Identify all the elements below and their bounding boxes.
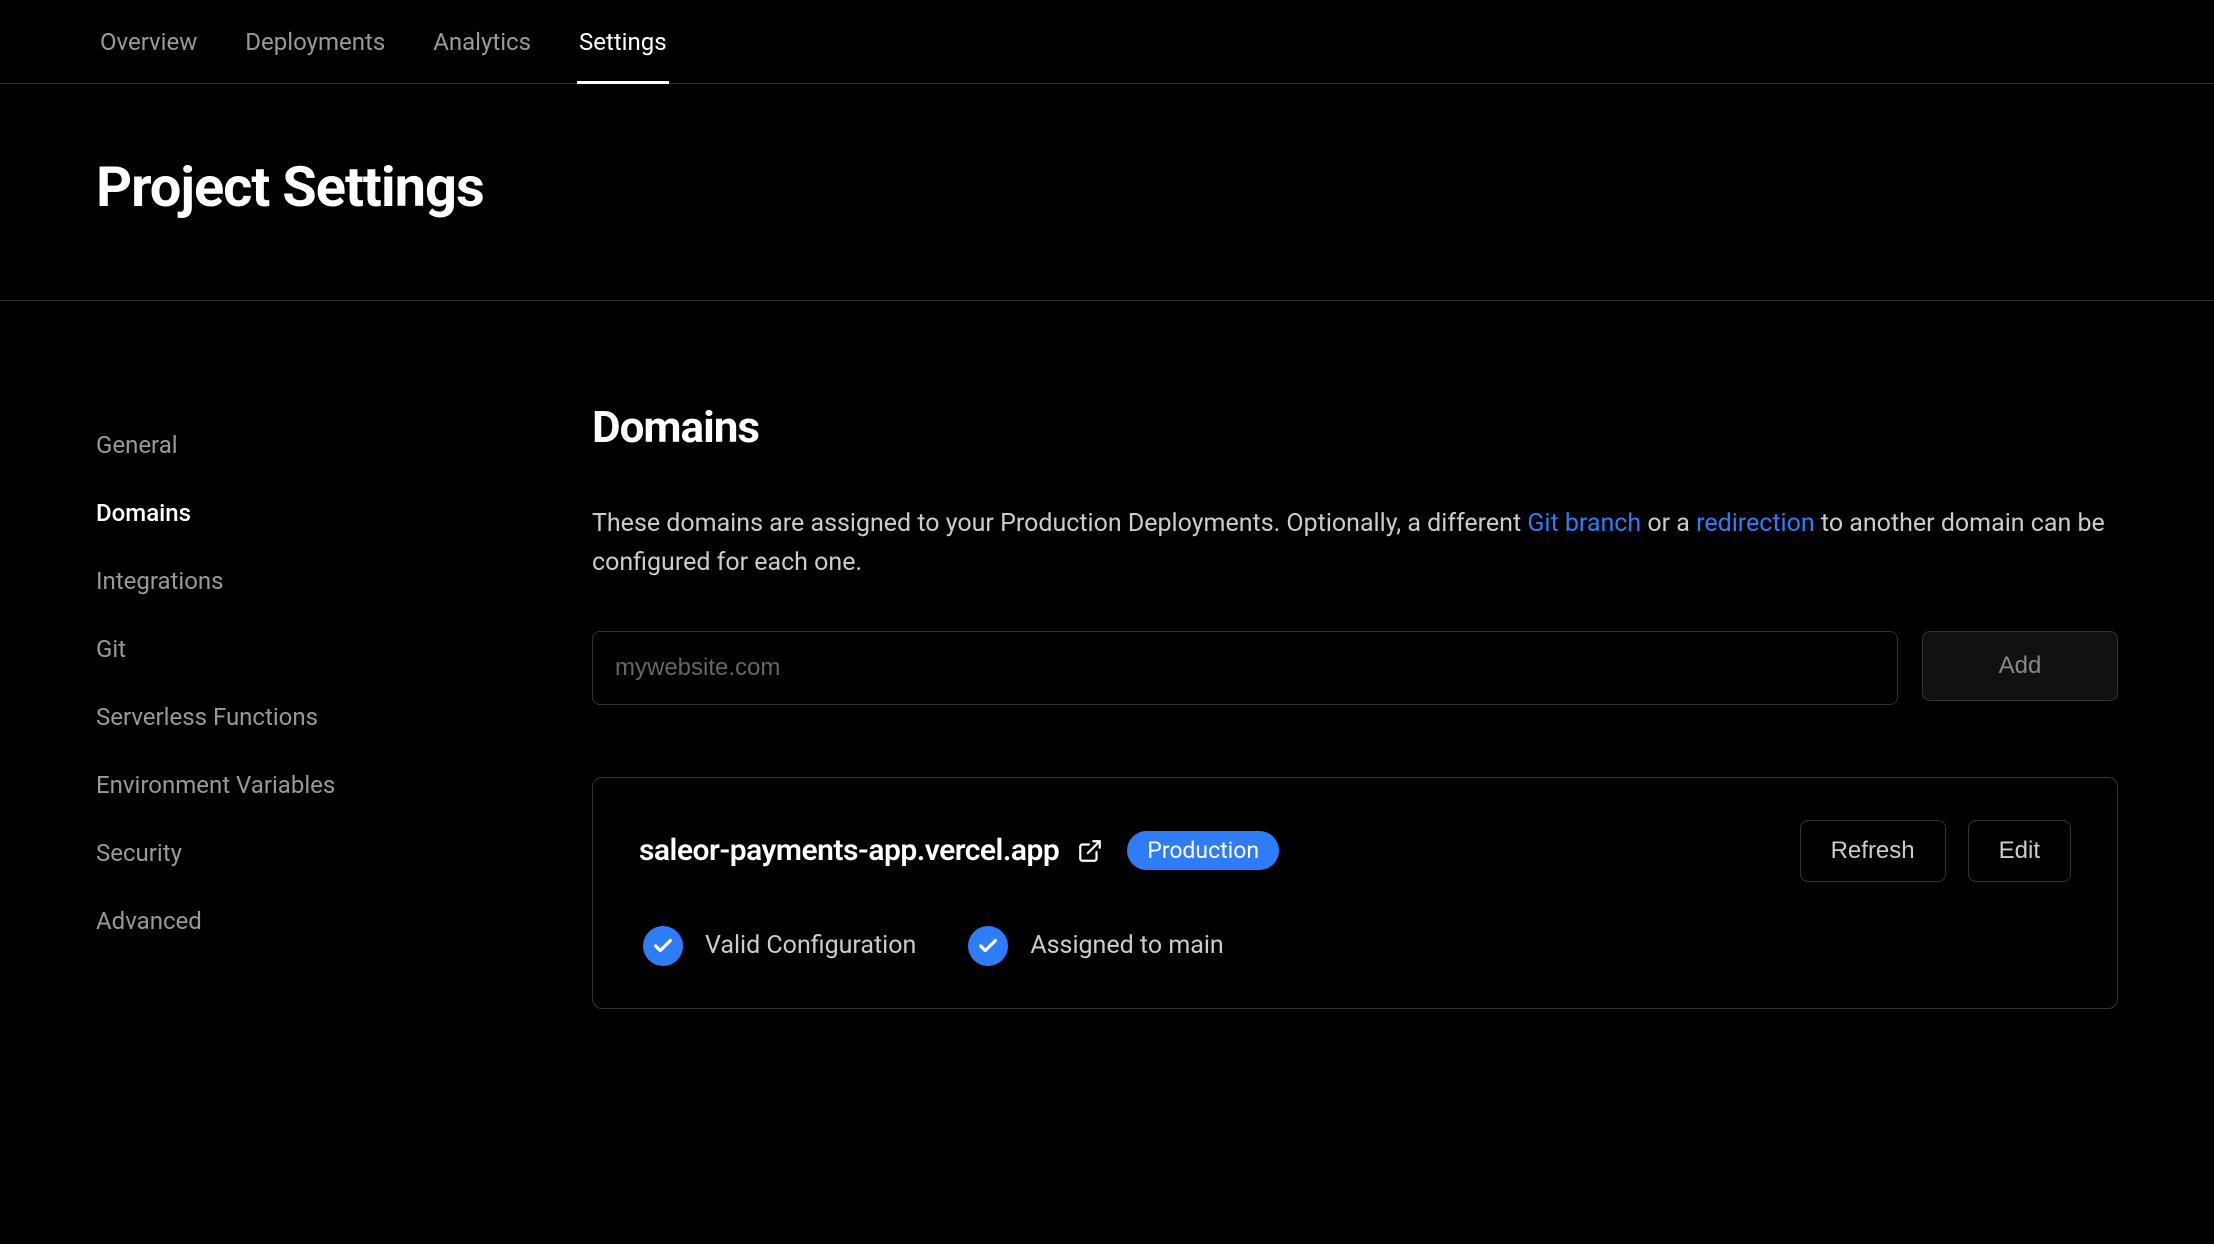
domain-card-left: saleor-payments-app.vercel.app Productio… <box>639 831 1279 870</box>
status-text: Valid Configuration <box>705 931 916 960</box>
tab-overview[interactable]: Overview <box>100 2 197 82</box>
tab-settings[interactable]: Settings <box>579 2 667 82</box>
sidebar-item-general[interactable]: General <box>96 411 592 479</box>
tab-analytics[interactable]: Analytics <box>433 2 531 82</box>
page-title: Project Settings <box>96 154 2118 220</box>
sidebar-item-advanced[interactable]: Advanced <box>96 887 592 955</box>
domain-card-actions: Refresh Edit <box>1800 820 2071 882</box>
sidebar-item-git[interactable]: Git <box>96 615 592 683</box>
main: Domains These domains are assigned to yo… <box>592 301 2118 1009</box>
section-description: These domains are assigned to your Produ… <box>592 505 2118 583</box>
description-text-pre: These domains are assigned to your Produ… <box>592 509 1527 538</box>
sidebar-item-security[interactable]: Security <box>96 819 592 887</box>
sidebar-item-serverless-functions[interactable]: Serverless Functions <box>96 683 592 751</box>
external-link-icon[interactable] <box>1077 838 1103 864</box>
domain-name[interactable]: saleor-payments-app.vercel.app <box>639 833 1059 868</box>
description-text-mid: or a <box>1641 509 1696 538</box>
section-title: Domains <box>592 401 2118 453</box>
page-title-section: Project Settings <box>0 84 2214 301</box>
domain-status-row: Valid Configuration Assigned to main <box>639 926 2071 966</box>
check-circle-icon <box>968 926 1008 966</box>
tab-deployments[interactable]: Deployments <box>245 2 385 82</box>
edit-button[interactable]: Edit <box>1968 820 2071 882</box>
status-text: Assigned to main <box>1030 931 1223 960</box>
domain-card: saleor-payments-app.vercel.app Productio… <box>592 777 2118 1009</box>
domain-input[interactable] <box>592 631 1898 705</box>
sidebar-item-environment-variables[interactable]: Environment Variables <box>96 751 592 819</box>
add-button[interactable]: Add <box>1922 631 2118 701</box>
link-redirection[interactable]: redirection <box>1696 509 1815 538</box>
sidebar-item-integrations[interactable]: Integrations <box>96 547 592 615</box>
domain-card-header: saleor-payments-app.vercel.app Productio… <box>639 820 2071 882</box>
top-tabs: Overview Deployments Analytics Settings <box>0 0 2214 84</box>
check-circle-icon <box>643 926 683 966</box>
production-badge: Production <box>1127 831 1279 870</box>
content: General Domains Integrations Git Serverl… <box>0 301 2214 1009</box>
status-valid-configuration: Valid Configuration <box>643 926 916 966</box>
sidebar: General Domains Integrations Git Serverl… <box>96 301 592 1009</box>
refresh-button[interactable]: Refresh <box>1800 820 1946 882</box>
sidebar-item-domains[interactable]: Domains <box>96 479 592 547</box>
add-domain-row: Add <box>592 631 2118 705</box>
link-git-branch[interactable]: Git branch <box>1527 509 1641 538</box>
status-assigned-to-main: Assigned to main <box>968 926 1223 966</box>
